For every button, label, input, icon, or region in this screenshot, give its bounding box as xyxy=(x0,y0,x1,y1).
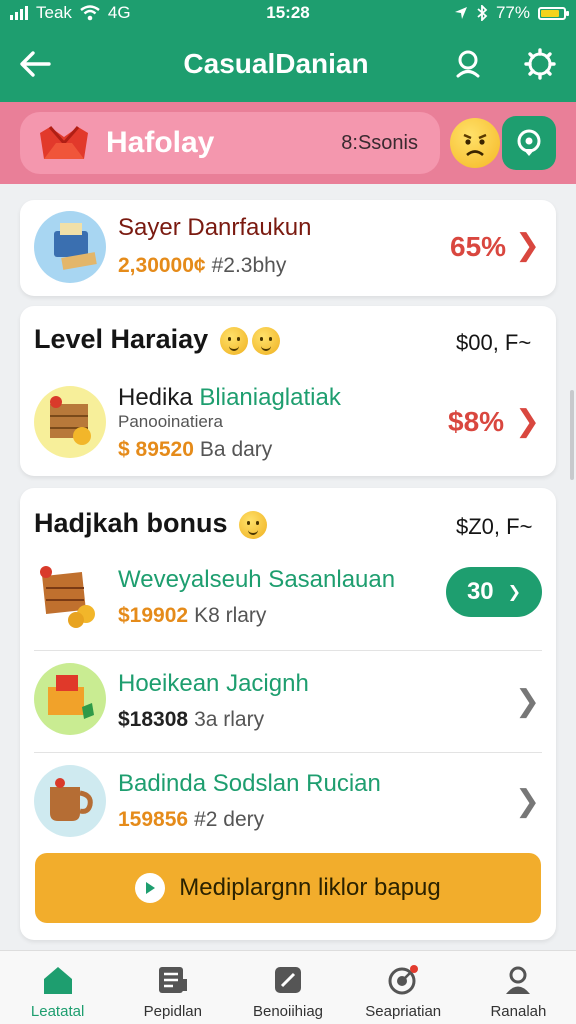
chevron-right-icon: ❯ xyxy=(515,685,541,718)
tab-edit[interactable]: Benoiihiag xyxy=(230,951,345,1024)
grin-emoji-icon xyxy=(251,326,280,355)
scrollbar[interactable] xyxy=(570,390,574,480)
edit-icon xyxy=(271,963,305,997)
wifi-icon xyxy=(80,5,100,21)
tab-documents[interactable]: Pepidlan xyxy=(115,951,230,1024)
divider xyxy=(34,650,542,651)
mood-button[interactable] xyxy=(450,118,500,168)
chevron-right-icon: ❯ xyxy=(515,405,541,438)
tab-bar: Leatatal Pepidlan Benoiihiag Seapriatian… xyxy=(0,950,576,1024)
item-price: $ 89520 Ba dary xyxy=(118,438,273,461)
smile-emoji-icon xyxy=(219,326,248,355)
section-title: Level Haraiay xyxy=(34,324,280,355)
tab-label: Ranalah xyxy=(490,1003,547,1020)
item-subtitle: Panooinatiera xyxy=(118,412,223,431)
status-bar: Teak 4G 15:28 77% xyxy=(0,0,576,26)
item-title: Hedika Blianiaglatiak xyxy=(118,384,341,411)
battery-icon xyxy=(538,6,569,20)
item-title: Badinda Sodslan Rucian xyxy=(118,770,381,797)
item-price: $19902 K8 rlary xyxy=(118,604,267,627)
search-button[interactable] xyxy=(432,26,504,102)
gift-bag-icon xyxy=(40,126,88,159)
section-title: Hadjkah bonus xyxy=(34,508,268,539)
document-icon xyxy=(156,963,190,997)
bluetooth-icon xyxy=(477,5,488,21)
worried-face-icon xyxy=(463,133,487,157)
item-price: 159856 #2 dery xyxy=(118,808,265,831)
crate-coins-thumbnail xyxy=(34,560,106,632)
home-icon xyxy=(41,963,75,997)
divider xyxy=(34,752,542,753)
cta-label: Mediplargnn liklor bapug xyxy=(179,874,441,901)
cta-button[interactable]: Mediplargnn liklor bapug xyxy=(35,853,541,923)
item-price: $18308 3a rlary xyxy=(118,708,265,731)
tab-home[interactable]: Leatatal xyxy=(0,951,115,1024)
section-summary: $00, F~ xyxy=(456,330,532,355)
smile-emoji-icon xyxy=(239,510,268,539)
profile-banner[interactable]: Hafolay 8:Ssonis xyxy=(20,112,440,174)
banner-name: Hafolay xyxy=(106,126,215,159)
tab-label: Leatatal xyxy=(30,1003,85,1020)
battery-percent: 77% xyxy=(495,3,530,22)
search-icon xyxy=(456,50,480,78)
level-section-card: Level Haraiay $00, F~ Hedika Blianiaglat… xyxy=(20,306,556,476)
item-title: Sayer Danrfaukun xyxy=(118,214,312,241)
printer-thumbnail xyxy=(34,211,106,283)
gift-box-thumbnail xyxy=(34,663,106,735)
page-title: CasualDanian xyxy=(183,48,369,79)
tab-label: Benoiihiag xyxy=(252,1003,324,1020)
banner-subtitle: 8:Ssonis xyxy=(341,131,418,154)
item-title: Weveyalseuh Sasanlauan xyxy=(118,566,396,593)
tab-target[interactable]: Seapriatian xyxy=(346,951,461,1024)
claim-button[interactable]: 30 ❯ xyxy=(446,567,542,617)
gear-icon xyxy=(524,48,556,80)
app-bar: CasualDanian xyxy=(0,26,576,102)
settings-button[interactable] xyxy=(504,26,576,102)
back-arrow-icon xyxy=(20,51,51,77)
target-icon xyxy=(386,963,420,997)
clock: 15:28 xyxy=(266,3,310,22)
chevron-right-icon: ❯ xyxy=(515,785,541,818)
crate-thumbnail xyxy=(34,386,106,458)
section-summary: $Z0, F~ xyxy=(456,514,533,539)
featured-item-card[interactable]: Sayer Danrfaukun 2,30000¢ #2.3bhy 65% ❯ xyxy=(20,200,556,296)
tab-label: Pepidlan xyxy=(143,1003,202,1020)
back-button[interactable] xyxy=(0,26,70,102)
signal-icon xyxy=(10,6,28,20)
item-title: Hoeikean Jacignh xyxy=(118,670,309,697)
play-icon xyxy=(135,873,166,903)
item-price: 2,30000¢ #2.3bhy xyxy=(118,254,287,277)
network-type: 4G xyxy=(107,3,131,22)
mug-thumbnail xyxy=(34,765,106,837)
map-pin-icon xyxy=(517,129,541,156)
discount-percent: 65% xyxy=(450,231,507,262)
discount-percent: $8% xyxy=(448,406,505,437)
carrier-name: Teak xyxy=(36,3,72,22)
tab-profile[interactable]: Ranalah xyxy=(461,951,576,1024)
chevron-right-icon: ❯ xyxy=(515,229,541,262)
location-button[interactable] xyxy=(502,116,556,170)
tab-label: Seapriatian xyxy=(365,1003,442,1020)
location-icon xyxy=(454,7,467,19)
profile-icon xyxy=(501,963,535,997)
